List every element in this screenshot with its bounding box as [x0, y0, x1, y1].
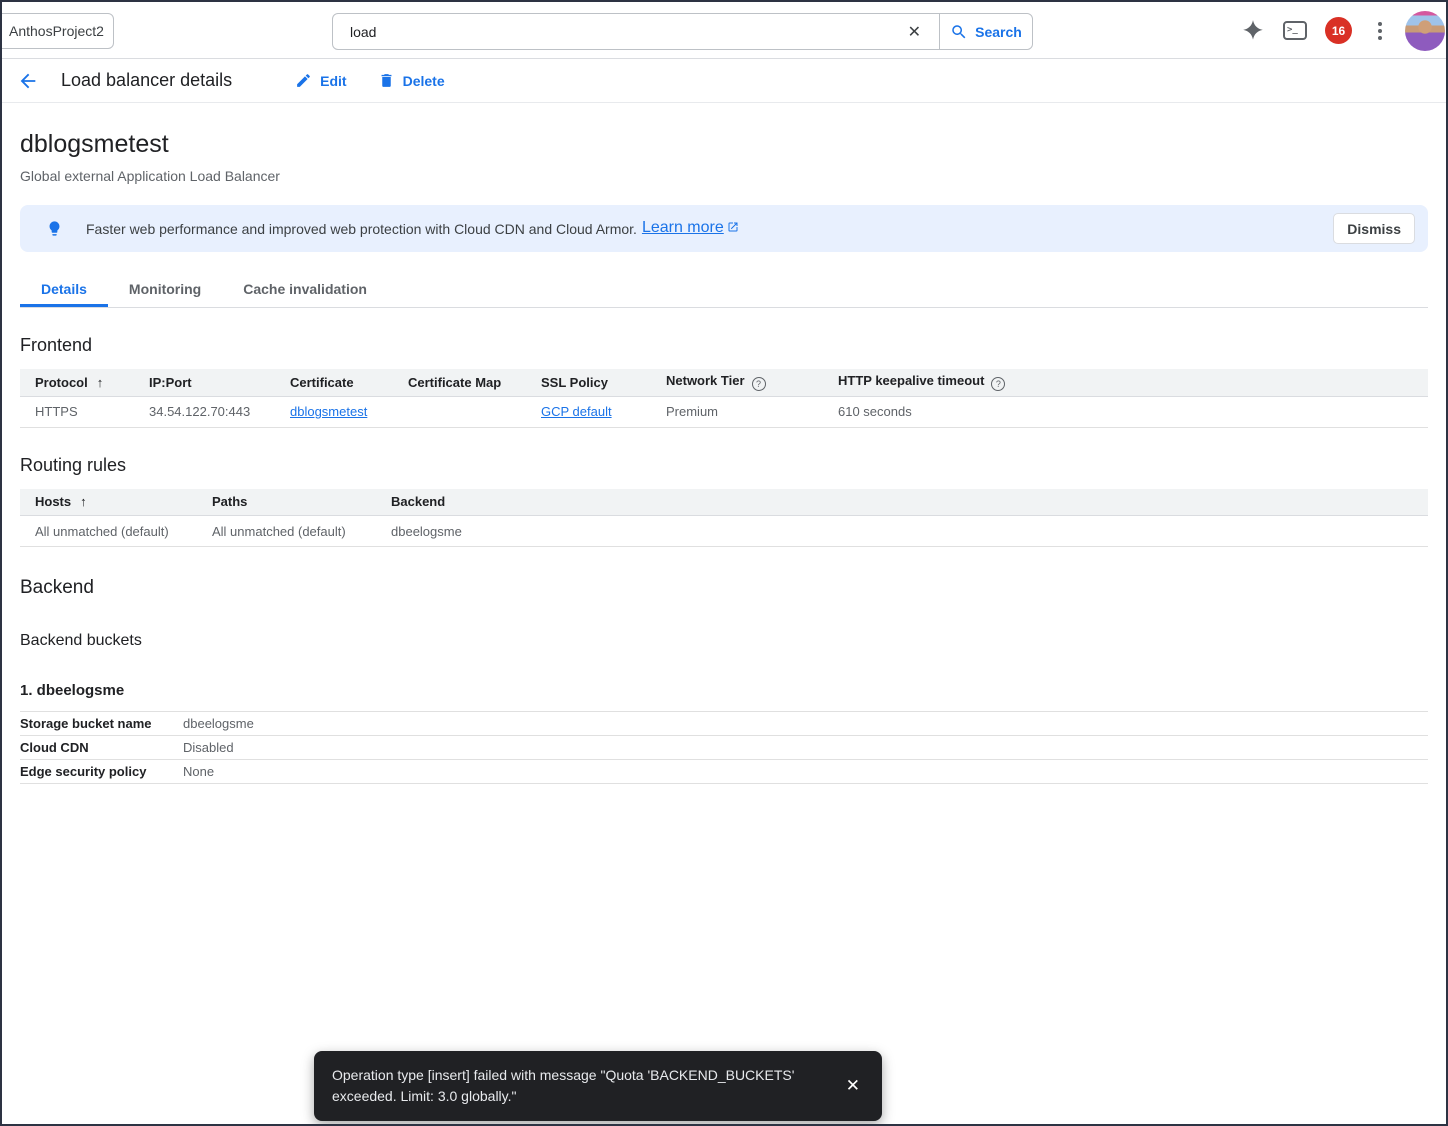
- overflow-menu-icon[interactable]: [1368, 19, 1392, 43]
- routing-header-row: Hosts↑ Paths Backend: [20, 489, 1428, 516]
- clear-search-icon[interactable]: ✕: [904, 22, 925, 42]
- toast-close-icon[interactable]: ✕: [846, 1076, 860, 1096]
- help-icon[interactable]: ?: [752, 377, 766, 391]
- page-header: Load balancer details Edit Delete: [2, 59, 1446, 103]
- property-row: Cloud CDN Disabled: [20, 736, 1428, 760]
- keepalive-value: 610 seconds: [838, 396, 1428, 427]
- frontend-row: HTTPS 34.54.122.70:443 dblogsmetest GCP …: [20, 396, 1428, 427]
- learn-more-link[interactable]: Learn more: [642, 219, 739, 238]
- project-selector[interactable]: AnthosProject2: [0, 13, 114, 49]
- tab-details[interactable]: Details: [20, 274, 108, 307]
- banner-message: Faster web performance and improved web …: [86, 221, 637, 237]
- property-row: Edge security policy None: [20, 760, 1428, 784]
- search-input[interactable]: load ✕: [333, 14, 939, 49]
- toast-message: Operation type [insert] failed with mess…: [332, 1065, 824, 1107]
- frontend-heading: Frontend: [20, 335, 1428, 356]
- load-balancer-name: dblogsmetest: [20, 130, 1428, 159]
- property-value: Disabled: [183, 736, 1428, 760]
- protocol-value: HTTPS: [20, 396, 149, 427]
- search-button-label: Search: [975, 24, 1022, 40]
- property-label: Cloud CDN: [20, 736, 183, 760]
- sort-ascending-icon[interactable]: ↑: [97, 375, 104, 390]
- network-tier-value: Premium: [666, 396, 838, 427]
- ssl-policy-link[interactable]: GCP default: [541, 404, 612, 419]
- column-certificate-map[interactable]: Certificate Map: [408, 369, 541, 396]
- frontend-header-row: Protocol↑ IP:Port Certificate Certificat…: [20, 369, 1428, 396]
- notifications-badge[interactable]: 16: [1325, 17, 1352, 44]
- hosts-value: All unmatched (default): [20, 516, 212, 547]
- page-title: Load balancer details: [61, 70, 232, 91]
- dismiss-button[interactable]: Dismiss: [1333, 213, 1415, 244]
- delete-button-label: Delete: [403, 73, 445, 89]
- backend-buckets-heading: Backend buckets: [20, 632, 1428, 650]
- routing-rules-heading: Routing rules: [20, 455, 1428, 476]
- error-toast: Operation type [insert] failed with mess…: [314, 1051, 882, 1121]
- tab-monitoring[interactable]: Monitoring: [108, 274, 222, 307]
- column-paths[interactable]: Paths: [212, 489, 391, 516]
- search-icon: [950, 23, 968, 41]
- column-certificate[interactable]: Certificate: [290, 369, 408, 396]
- column-ssl-policy[interactable]: SSL Policy: [541, 369, 666, 396]
- promo-banner: Faster web performance and improved web …: [20, 205, 1428, 252]
- notification-count: 16: [1332, 24, 1345, 38]
- gemini-sparkle-icon[interactable]: [1240, 18, 1266, 44]
- topbar-actions: 16: [1240, 2, 1446, 59]
- routing-row: All unmatched (default) All unmatched (d…: [20, 516, 1428, 547]
- trash-icon: [378, 72, 395, 89]
- search-button[interactable]: Search: [939, 14, 1032, 49]
- column-network-tier[interactable]: Network Tier?: [666, 369, 838, 396]
- pencil-icon: [295, 72, 312, 89]
- search-control: load ✕ Search: [332, 13, 1033, 50]
- property-value: dbeelogsme: [183, 712, 1428, 736]
- column-http-keepalive[interactable]: HTTP keepalive timeout?: [838, 369, 1428, 396]
- certificate-link[interactable]: dblogsmetest: [290, 404, 367, 419]
- edit-button[interactable]: Edit: [295, 72, 346, 89]
- column-hosts[interactable]: Hosts↑: [20, 489, 212, 516]
- property-label: Storage bucket name: [20, 712, 183, 736]
- tab-cache-invalidation[interactable]: Cache invalidation: [222, 274, 388, 307]
- topbar: AnthosProject2 load ✕ Search 16: [2, 2, 1446, 59]
- property-row: Storage bucket name dbeelogsme: [20, 712, 1428, 736]
- frontend-table: Protocol↑ IP:Port Certificate Certificat…: [20, 369, 1428, 428]
- cloud-shell-icon[interactable]: [1283, 21, 1307, 40]
- app-window: AnthosProject2 load ✕ Search 16: [0, 0, 1448, 1126]
- column-backend[interactable]: Backend: [391, 489, 1428, 516]
- property-label: Edge security policy: [20, 760, 183, 784]
- routing-rules-table: Hosts↑ Paths Backend All unmatched (defa…: [20, 489, 1428, 548]
- backend-bucket-title: 1. dbeelogsme: [20, 682, 1428, 699]
- main-content: dblogsmetest Global external Application…: [2, 130, 1446, 784]
- back-arrow-icon[interactable]: [16, 69, 40, 93]
- column-protocol[interactable]: Protocol↑: [20, 369, 149, 396]
- avatar[interactable]: [1405, 11, 1445, 51]
- backend-value: dbeelogsme: [391, 516, 1428, 547]
- external-link-icon: [727, 220, 739, 238]
- backend-bucket-properties: Storage bucket name dbeelogsme Cloud CDN…: [20, 711, 1428, 784]
- search-query-text: load: [350, 24, 376, 40]
- help-icon[interactable]: ?: [991, 377, 1005, 391]
- certificate-map-value: [408, 396, 541, 427]
- column-ip-port[interactable]: IP:Port: [149, 369, 290, 396]
- paths-value: All unmatched (default): [212, 516, 391, 547]
- ip-port-value: 34.54.122.70:443: [149, 396, 290, 427]
- delete-button[interactable]: Delete: [378, 72, 445, 89]
- lightbulb-icon: [46, 220, 63, 237]
- sort-ascending-icon[interactable]: ↑: [80, 494, 87, 509]
- property-value: None: [183, 760, 1428, 784]
- backend-heading: Backend: [20, 577, 1428, 599]
- tab-bar: Details Monitoring Cache invalidation: [20, 274, 1428, 308]
- edit-button-label: Edit: [320, 73, 346, 89]
- load-balancer-type: Global external Application Load Balance…: [20, 168, 1428, 184]
- project-name: AnthosProject2: [9, 23, 104, 39]
